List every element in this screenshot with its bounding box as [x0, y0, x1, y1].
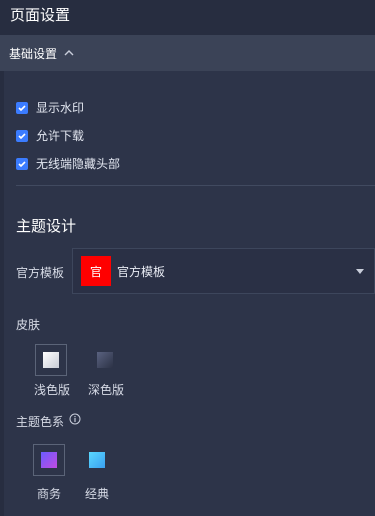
- check-icon: [16, 157, 28, 170]
- caret-down-icon: [356, 269, 364, 274]
- section-basic-settings[interactable]: 基础设置: [0, 35, 375, 71]
- template-value: 官方模板: [117, 264, 166, 279]
- skin-dark-label: 深色版: [88, 383, 125, 397]
- check-icon: [16, 101, 28, 114]
- checkbox-label: 允许下载: [36, 129, 85, 143]
- checkbox-label: 无线端隐藏头部: [36, 157, 121, 171]
- color-classic-swatch: [89, 452, 105, 468]
- template-label: 官方模板: [16, 266, 65, 280]
- checkbox-allow-download[interactable]: 允许下载: [16, 127, 84, 144]
- color-classic-label: 经典: [85, 487, 110, 501]
- template-badge: 官: [81, 256, 111, 286]
- skin-light-label: 浅色版: [34, 383, 71, 397]
- divider: [16, 185, 375, 186]
- page-title: 页面设置: [0, 0, 375, 34]
- skin-dark-option[interactable]: [89, 344, 121, 376]
- color-classic-option[interactable]: [81, 444, 113, 476]
- checkbox-label: 显示水印: [36, 101, 85, 115]
- chevron-up-icon: [64, 50, 74, 56]
- skin-label: 皮肤: [16, 318, 41, 332]
- skin-light-option[interactable]: [35, 344, 67, 376]
- section-title: 基础设置: [9, 46, 58, 61]
- skin-light-swatch: [43, 352, 59, 368]
- color-business-option[interactable]: [33, 444, 65, 476]
- theme-section-title: 主题设计: [16, 217, 77, 235]
- color-scheme-label: 主题色系: [16, 415, 65, 429]
- template-select[interactable]: 官 官方模板: [72, 248, 375, 294]
- settings-content: 显示水印 允许下载 无线端隐藏头部 主题设计 官方模板 官 官方模板 皮肤 浅色…: [4, 71, 375, 516]
- color-business-label: 商务: [37, 487, 62, 501]
- check-icon: [16, 129, 28, 142]
- skin-dark-swatch: [97, 352, 113, 368]
- info-icon[interactable]: [69, 413, 81, 425]
- checkbox-hide-mobile-header[interactable]: 无线端隐藏头部: [16, 155, 120, 172]
- checkbox-show-watermark[interactable]: 显示水印: [16, 99, 84, 116]
- color-business-swatch: [41, 452, 57, 468]
